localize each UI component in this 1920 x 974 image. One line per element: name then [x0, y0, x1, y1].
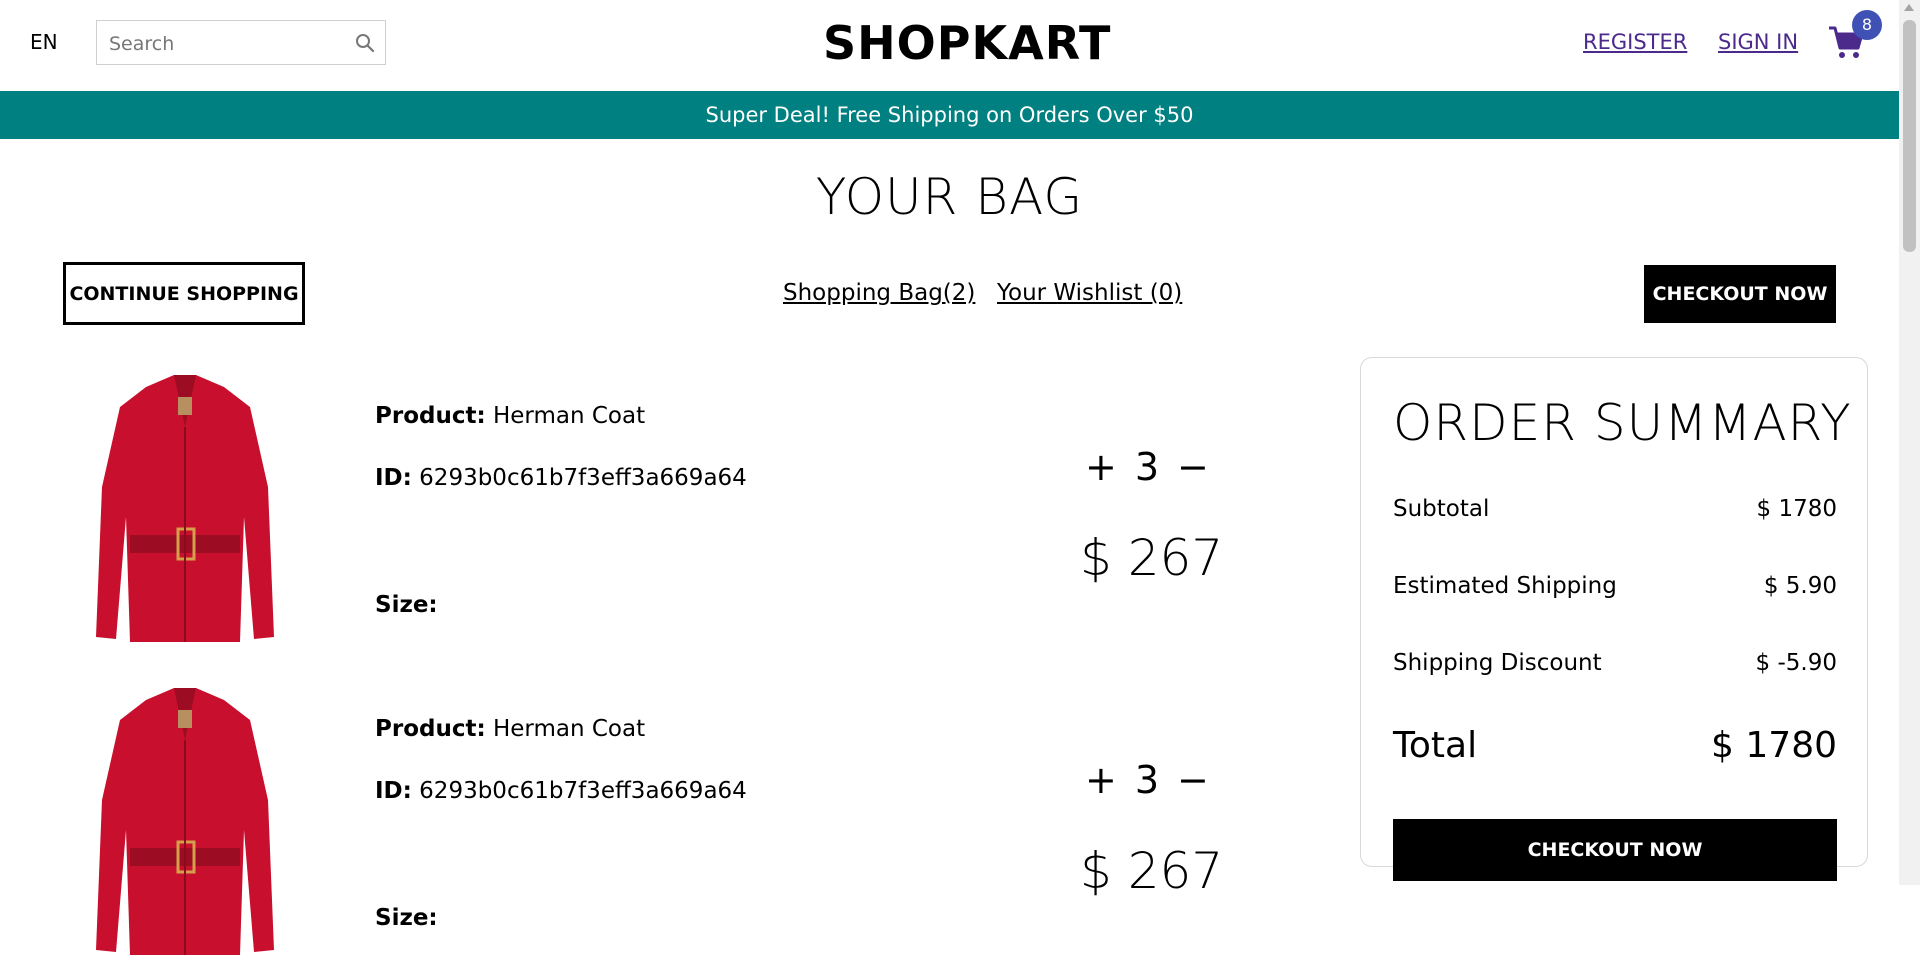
product-id: 6293b0c61b7f3eff3a669a64 — [419, 778, 747, 804]
search-input[interactable] — [107, 21, 351, 66]
size-label: Size: — [375, 905, 438, 931]
product-label: Product: — [375, 716, 486, 742]
shipping-label: Estimated Shipping — [1393, 573, 1617, 599]
quantity-value: 3 — [1134, 445, 1160, 489]
wishlist-link[interactable]: Your Wishlist (0) — [997, 280, 1182, 306]
increase-quantity-button[interactable]: + — [1085, 445, 1117, 489]
product-image[interactable] — [74, 367, 296, 657]
total-label: Total — [1393, 725, 1478, 766]
quantity-value: 3 — [1134, 758, 1160, 802]
product-size-row: Size: — [375, 905, 438, 931]
language-selector[interactable]: EN — [30, 30, 58, 54]
product-price: $ 267 — [1080, 842, 1224, 900]
order-summary: ORDER SUMMARY Subtotal $ 1780 Estimated … — [1360, 357, 1868, 881]
decrease-quantity-button[interactable]: − — [1177, 758, 1209, 802]
total-value: $ 1780 — [1711, 725, 1837, 766]
page-title: YOUR BAG — [815, 168, 1084, 226]
cart-item: Product: Herman Coat ID: 6293b0c61b7f3ef… — [0, 670, 1340, 970]
checkout-now-button[interactable]: CHECKOUT NOW — [1393, 819, 1837, 881]
product-id: 6293b0c61b7f3eff3a669a64 — [419, 465, 747, 491]
increase-quantity-button[interactable]: + — [1085, 758, 1117, 802]
quantity-stepper: + 3 − — [1085, 445, 1209, 489]
shipping-row: Estimated Shipping $ 5.90 — [1393, 573, 1837, 599]
site-logo[interactable]: SHOPKART — [823, 16, 1111, 70]
continue-shopping-button[interactable]: CONTINUE SHOPPING — [63, 262, 305, 325]
product-id-row: ID: 6293b0c61b7f3eff3a669a64 — [375, 778, 747, 804]
total-row: Total $ 1780 — [1393, 725, 1837, 766]
subtotal-row: Subtotal $ 1780 — [1393, 496, 1837, 522]
search-icon[interactable] — [355, 33, 375, 53]
checkout-now-top-button[interactable]: CHECKOUT NOW — [1644, 265, 1836, 323]
product-price: $ 267 — [1080, 529, 1224, 587]
order-summary-title: ORDER SUMMARY — [1393, 394, 1852, 452]
product-image[interactable] — [74, 680, 296, 970]
page-scrollbar[interactable] — [1899, 0, 1920, 885]
cart-item: Product: Herman Coat ID: 6293b0c61b7f3ef… — [0, 357, 1340, 657]
shipping-value: $ 5.90 — [1763, 573, 1837, 599]
register-link[interactable]: REGISTER — [1583, 30, 1687, 54]
subtotal-label: Subtotal — [1393, 496, 1490, 522]
product-size-row: Size: — [375, 592, 438, 618]
product-name-row: Product: Herman Coat — [375, 716, 645, 742]
announcement-bar: Super Deal! Free Shipping on Orders Over… — [0, 91, 1899, 139]
scroll-up-icon[interactable] — [1904, 4, 1914, 11]
product-name: Herman Coat — [492, 716, 646, 742]
id-label: ID: — [375, 465, 412, 491]
product-label: Product: — [375, 403, 486, 429]
decrease-quantity-button[interactable]: − — [1177, 445, 1209, 489]
product-name-row: Product: Herman Coat — [375, 403, 645, 429]
size-label: Size: — [375, 592, 438, 618]
cart-count-badge: 8 — [1852, 10, 1882, 40]
shopping-bag-link[interactable]: Shopping Bag(2) — [783, 280, 975, 306]
id-label: ID: — [375, 778, 412, 804]
subtotal-value: $ 1780 — [1756, 496, 1837, 522]
product-id-row: ID: 6293b0c61b7f3eff3a669a64 — [375, 465, 747, 491]
discount-value: $ -5.90 — [1755, 650, 1837, 676]
quantity-stepper: + 3 − — [1085, 758, 1209, 802]
search-box[interactable] — [96, 20, 386, 66]
scrollbar-thumb[interactable] — [1903, 20, 1916, 252]
navbar: EN SHOPKART REGISTER SIGN IN 8 — [0, 0, 1899, 91]
discount-label: Shipping Discount — [1393, 650, 1602, 676]
sign-in-link[interactable]: SIGN IN — [1718, 30, 1798, 54]
discount-row: Shipping Discount $ -5.90 — [1393, 650, 1837, 676]
product-name: Herman Coat — [492, 403, 646, 429]
